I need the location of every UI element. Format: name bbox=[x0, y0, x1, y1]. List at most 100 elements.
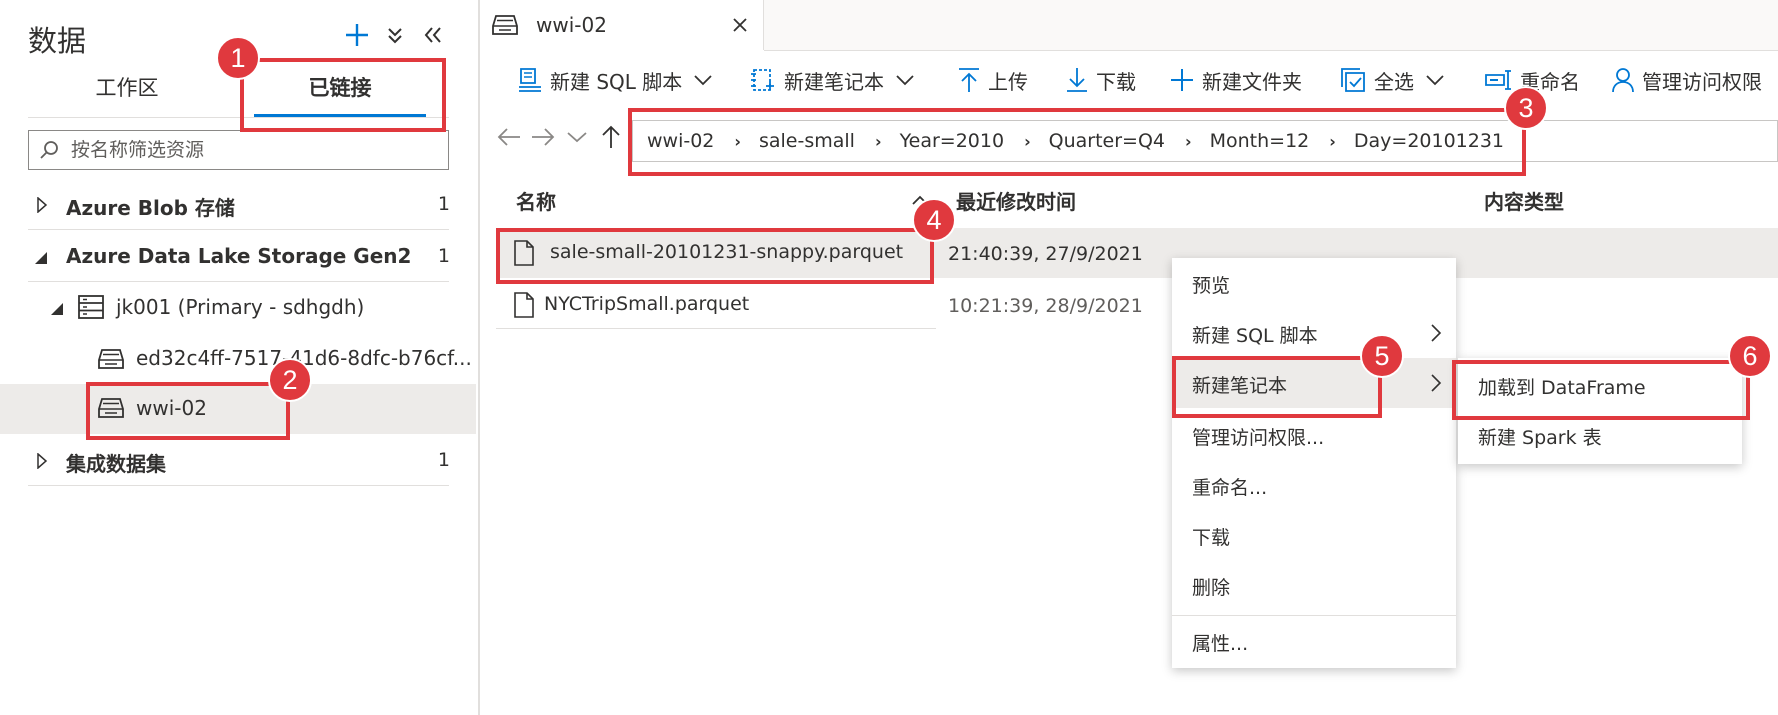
toolbar-label: 新建笔记本 bbox=[784, 69, 884, 94]
menu-item-label: 新建 SQL 脚本 bbox=[1192, 325, 1318, 347]
document-tab[interactable]: wwi-02 bbox=[480, 0, 764, 50]
chevron-down-icon[interactable] bbox=[694, 74, 712, 86]
notebook-icon bbox=[750, 67, 776, 93]
toolbar-label: 新建 SQL 脚本 bbox=[550, 69, 683, 94]
toolbar-label: 上传 bbox=[988, 69, 1028, 94]
add-icon bbox=[1170, 68, 1194, 92]
menu-item-properties[interactable]: 属性... bbox=[1172, 616, 1456, 666]
callout-highlight-2 bbox=[86, 382, 290, 440]
upload-button[interactable]: 上传 bbox=[958, 60, 1028, 100]
chevron-down-icon[interactable] bbox=[896, 74, 914, 86]
toolbar-label: 全选 bbox=[1374, 69, 1414, 94]
file-name: NYCTripSmall.parquet bbox=[544, 293, 750, 315]
expand-caret-icon[interactable] bbox=[36, 197, 48, 213]
tab-label: wwi-02 bbox=[536, 13, 607, 37]
download-button[interactable]: 下载 bbox=[1066, 60, 1136, 100]
tree-item-count: 1 bbox=[437, 245, 450, 267]
menu-item-label: 管理访问权限... bbox=[1192, 427, 1325, 449]
tree-item-blob-storage[interactable]: Azure Blob 存储 1 bbox=[0, 180, 476, 230]
add-icon[interactable] bbox=[340, 18, 374, 52]
expand-caret-icon[interactable] bbox=[36, 453, 48, 469]
filter-input[interactable] bbox=[69, 133, 443, 167]
callout-highlight-6 bbox=[1452, 360, 1750, 420]
menu-item-label: 下载 bbox=[1192, 527, 1231, 549]
file-icon bbox=[514, 292, 534, 318]
new-folder-button[interactable]: 新建文件夹 bbox=[1170, 60, 1302, 100]
chevron-right-icon bbox=[1430, 373, 1442, 393]
tree-item-label: jk001 (Primary - sdhgdh) bbox=[116, 295, 365, 319]
menu-item-label: 预览 bbox=[1192, 275, 1231, 297]
back-arrow-icon[interactable] bbox=[494, 120, 524, 154]
callout-badge-2: 2 bbox=[268, 358, 312, 402]
menu-item-new-sql-script[interactable]: 新建 SQL 脚本 bbox=[1172, 308, 1456, 358]
tree-divider bbox=[28, 485, 449, 486]
recent-locations-chevron-icon[interactable] bbox=[562, 120, 592, 154]
callout-badge-4: 4 bbox=[912, 198, 956, 242]
column-header-content-type[interactable]: 内容类型 bbox=[1484, 186, 1564, 215]
upload-icon bbox=[958, 67, 980, 93]
collapse-panel-icon[interactable] bbox=[416, 18, 450, 52]
manage-access-button[interactable]: 管理访问权限 bbox=[1612, 60, 1762, 100]
tree-item-label: Azure Blob 存储 bbox=[66, 196, 235, 220]
tree-divider bbox=[28, 281, 449, 282]
menu-item-label: 新建 Spark 表 bbox=[1478, 427, 1602, 449]
tree-item-count: 1 bbox=[437, 449, 450, 471]
tree-divider bbox=[28, 229, 449, 230]
new-notebook-button[interactable]: 新建笔记本 bbox=[750, 60, 914, 100]
rename-icon bbox=[1484, 69, 1512, 91]
callout-highlight-3 bbox=[628, 108, 1526, 176]
tree-item-count: 1 bbox=[437, 193, 450, 215]
forward-arrow-icon[interactable] bbox=[528, 120, 558, 154]
tree-item-container[interactable]: ed32c4ff-7517-41d6-8dfc-b76cf... bbox=[0, 334, 476, 384]
callout-badge-3: 3 bbox=[1504, 86, 1548, 130]
callout-highlight-4 bbox=[496, 228, 934, 284]
tab-workspace[interactable]: 工作区 bbox=[52, 72, 202, 108]
storage-account-icon bbox=[78, 295, 104, 319]
file-modified: 10:21:39, 28/9/2021 bbox=[948, 295, 1143, 317]
person-icon bbox=[1612, 67, 1634, 93]
chevron-right-icon bbox=[1430, 323, 1442, 343]
container-icon bbox=[98, 348, 124, 370]
menu-item-rename[interactable]: 重命名... bbox=[1172, 460, 1456, 510]
close-icon[interactable] bbox=[732, 17, 748, 33]
toolbar-label: 下载 bbox=[1096, 69, 1136, 94]
tree-item-integration-datasets[interactable]: 集成数据集 1 bbox=[0, 436, 476, 486]
menu-item-label: 重命名... bbox=[1192, 477, 1268, 499]
new-sql-script-button[interactable]: 新建 SQL 脚本 bbox=[518, 60, 712, 100]
column-header-name[interactable]: 名称 bbox=[516, 186, 556, 215]
chevron-down-icon[interactable] bbox=[1426, 74, 1444, 86]
filter-search-box bbox=[28, 130, 449, 170]
tree-item-label: 集成数据集 bbox=[66, 452, 166, 476]
select-all-button[interactable]: 全选 bbox=[1340, 60, 1444, 100]
callout-highlight-5 bbox=[1172, 356, 1382, 418]
menu-item-preview[interactable]: 预览 bbox=[1172, 258, 1456, 308]
context-menu: 预览 新建 SQL 脚本 新建笔记本 管理访问权限... 重命名... 下载 删… bbox=[1172, 258, 1456, 668]
file-modified: 21:40:39, 27/9/2021 bbox=[948, 243, 1143, 265]
callout-highlight-1 bbox=[240, 58, 446, 132]
tree-item-storage-account[interactable]: jk001 (Primary - sdhgdh) bbox=[0, 283, 476, 333]
menu-item-download[interactable]: 下载 bbox=[1172, 510, 1456, 560]
download-icon bbox=[1066, 67, 1088, 93]
select-all-icon bbox=[1340, 67, 1366, 93]
toolbar-label: 新建文件夹 bbox=[1202, 69, 1302, 94]
column-header-modified[interactable]: 最近修改时间 bbox=[956, 186, 1076, 215]
file-row[interactable]: NYCTripSmall.parquet 10:21:39, 28/9/2021 bbox=[496, 280, 1778, 330]
callout-badge-1: 1 bbox=[216, 36, 260, 80]
collapse-caret-icon[interactable] bbox=[34, 251, 48, 265]
callout-badge-6: 6 bbox=[1728, 334, 1772, 378]
up-arrow-icon[interactable] bbox=[596, 120, 626, 154]
tree-item-adls-gen2[interactable]: Azure Data Lake Storage Gen2 1 bbox=[0, 232, 476, 282]
callout-badge-5: 5 bbox=[1360, 334, 1404, 378]
expand-all-icon[interactable] bbox=[378, 18, 412, 52]
search-icon bbox=[39, 140, 59, 160]
panel-title: 数据 bbox=[28, 24, 87, 58]
container-icon bbox=[492, 14, 518, 36]
sql-script-icon bbox=[518, 67, 542, 93]
menu-item-label: 属性... bbox=[1192, 633, 1249, 655]
menu-item-label: 删除 bbox=[1192, 577, 1231, 599]
tab-strip bbox=[764, 0, 1778, 51]
tree-item-label: Azure Data Lake Storage Gen2 bbox=[66, 244, 412, 268]
menu-item-delete[interactable]: 删除 bbox=[1172, 560, 1456, 610]
row-divider bbox=[496, 328, 936, 329]
collapse-caret-icon[interactable] bbox=[50, 302, 64, 316]
